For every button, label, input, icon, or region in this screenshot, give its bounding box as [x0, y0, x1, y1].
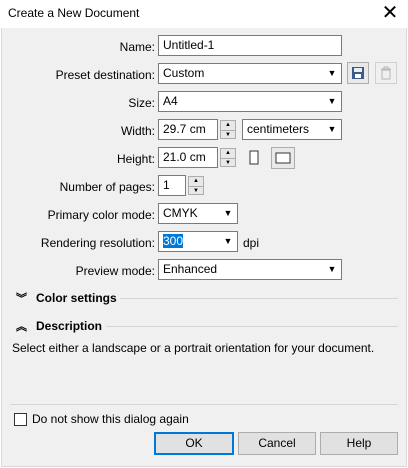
name-input[interactable]: Untitled-1 — [158, 35, 342, 56]
units-value: centimeters — [247, 122, 310, 136]
stepper-up-icon[interactable]: ▲ — [221, 121, 235, 131]
help-button[interactable]: Help — [320, 432, 398, 455]
pages-label: Number of pages: — [59, 180, 155, 194]
stepper-up-icon[interactable]: ▲ — [189, 177, 203, 187]
size-label: Size: — [128, 96, 155, 110]
preset-select[interactable]: Custom ▼ — [158, 63, 342, 84]
height-label: Height: — [116, 152, 155, 166]
portrait-orientation-button[interactable] — [245, 148, 263, 168]
chevron-down-icon: ▼ — [327, 264, 337, 274]
width-input[interactable]: 29.7 cm — [158, 119, 218, 140]
divider — [106, 326, 398, 327]
delete-preset-icon — [381, 66, 391, 80]
preset-label: Preset destination: — [55, 68, 155, 82]
landscape-orientation-button[interactable] — [271, 147, 295, 169]
width-stepper[interactable]: ▲ ▼ — [220, 120, 236, 139]
close-icon[interactable]: ✕ — [380, 2, 400, 24]
chevron-down-icon: ▼ — [223, 208, 233, 218]
cancel-button[interactable]: Cancel — [238, 432, 316, 455]
save-preset-button[interactable] — [347, 62, 369, 84]
name-label: Name: — [119, 40, 155, 54]
stepper-down-icon[interactable]: ▼ — [221, 159, 235, 168]
dont-show-label: Do not show this dialog again — [32, 412, 189, 426]
chevron-double-down-icon: ︾ — [16, 293, 27, 305]
width-label: Width: — [120, 124, 155, 138]
preview-value: Enhanced — [163, 262, 218, 276]
units-select[interactable]: centimeters ▼ — [242, 119, 342, 140]
landscape-orientation-icon — [275, 152, 291, 164]
preview-label: Preview mode: — [75, 264, 155, 278]
dialog-body: Name: Untitled-1 Preset destination: Cus… — [1, 28, 407, 467]
color-settings-header: Color settings — [36, 291, 117, 305]
divider — [10, 404, 398, 405]
resolution-label: Rendering resolution: — [40, 236, 155, 250]
chevron-double-up-icon: ︽ — [16, 321, 27, 333]
stepper-down-icon[interactable]: ▼ — [189, 187, 203, 196]
color-mode-value: CMYK — [163, 206, 198, 220]
height-input[interactable]: 21.0 cm — [158, 147, 218, 168]
stepper-up-icon[interactable]: ▲ — [221, 149, 235, 159]
dont-show-checkbox[interactable] — [14, 413, 27, 426]
resolution-select[interactable]: 300 ▼ — [158, 231, 238, 252]
resolution-unit: dpi — [243, 236, 260, 250]
color-mode-label: Primary color mode: — [47, 208, 155, 222]
size-select[interactable]: A4 ▼ — [158, 91, 342, 112]
title-bar[interactable]: Create a New Document ✕ — [0, 0, 408, 28]
ok-button[interactable]: OK — [154, 432, 234, 455]
stepper-down-icon[interactable]: ▼ — [221, 131, 235, 140]
preset-value: Custom — [163, 66, 205, 80]
preview-select[interactable]: Enhanced ▼ — [158, 259, 342, 280]
save-preset-icon — [352, 67, 364, 79]
window-title: Create a New Document — [8, 6, 140, 20]
color-mode-select[interactable]: CMYK ▼ — [158, 203, 238, 224]
height-stepper[interactable]: ▲ ▼ — [220, 148, 236, 167]
pages-input[interactable]: 1 — [158, 175, 186, 196]
chevron-down-icon: ▼ — [327, 96, 337, 106]
chevron-down-icon: ▼ — [327, 68, 337, 78]
divider — [120, 298, 398, 299]
chevron-down-icon: ▼ — [327, 124, 337, 134]
pages-stepper[interactable]: ▲ ▼ — [188, 176, 204, 195]
size-value: A4 — [163, 94, 178, 108]
portrait-orientation-icon — [249, 150, 259, 165]
resolution-value: 300 — [163, 234, 184, 248]
description-header: Description — [36, 319, 103, 333]
chevron-down-icon: ▼ — [223, 236, 233, 246]
description-text: Select either a landscape or a portrait … — [12, 341, 375, 355]
delete-preset-button[interactable] — [375, 62, 397, 84]
